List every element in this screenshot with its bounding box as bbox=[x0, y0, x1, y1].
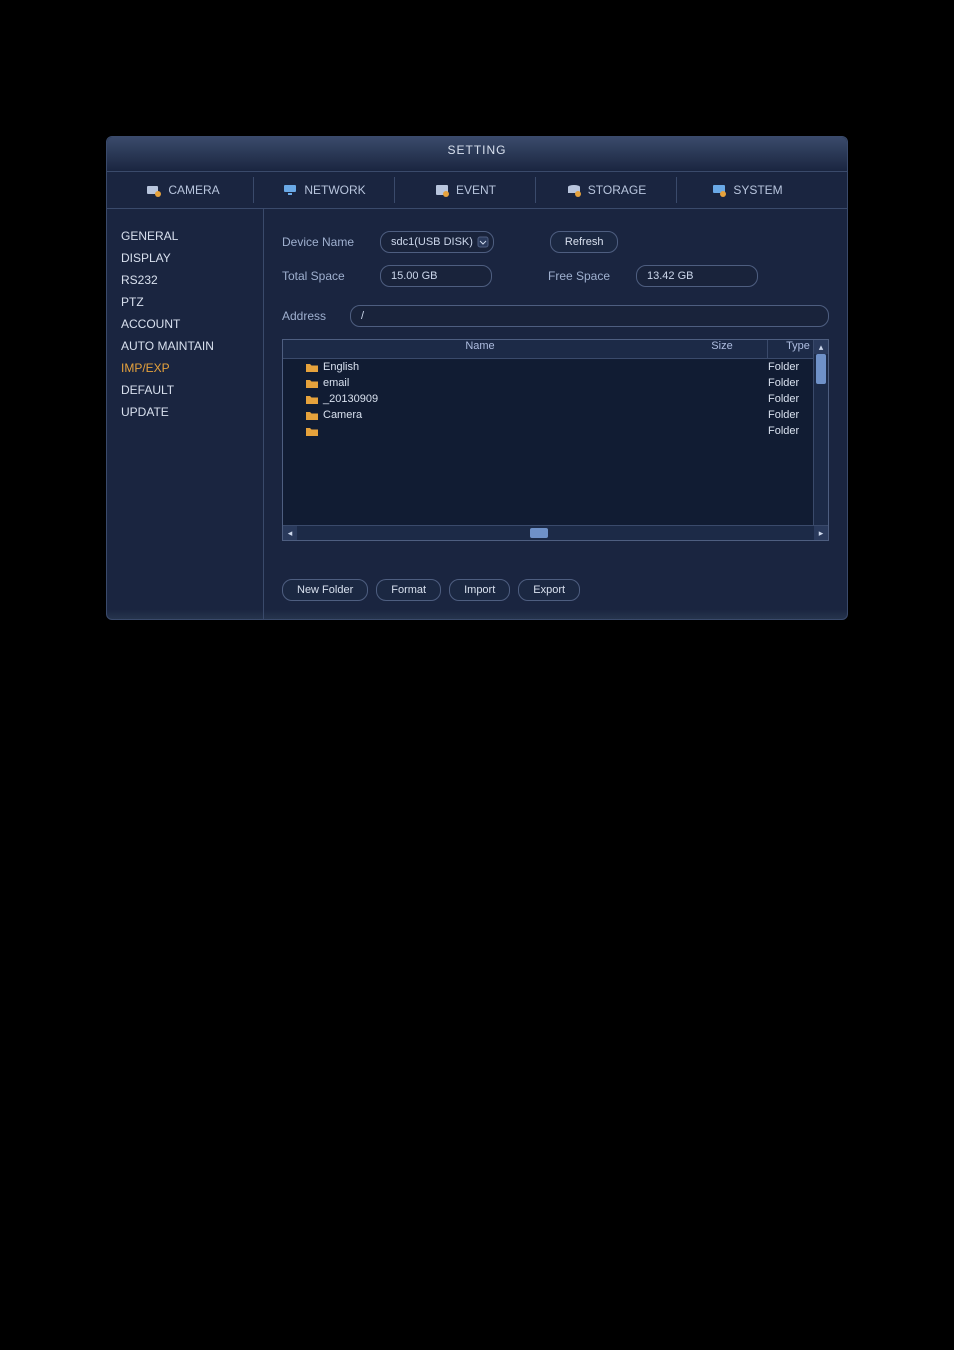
below-bullet: Export button, you can see there is a co… bbox=[130, 650, 844, 672]
event-icon bbox=[434, 183, 450, 197]
address-value: / bbox=[361, 310, 364, 322]
tabs-bar: CAMERA NETWORK EVENT STORAGE bbox=[107, 172, 847, 209]
window-title: SETTING bbox=[107, 137, 847, 172]
bullet-text: Export button, you can see there is a co… bbox=[159, 650, 759, 672]
address-label: Address bbox=[282, 309, 342, 323]
sidebar-item-rs232[interactable]: RS232 bbox=[115, 269, 255, 291]
total-space-value: 15.00 GB bbox=[380, 265, 492, 287]
folder-icon bbox=[305, 410, 319, 421]
tab-label: SYSTEM bbox=[733, 183, 782, 197]
sidebar-item-automaintain[interactable]: AUTO MAINTAIN bbox=[115, 335, 255, 357]
scroll-thumb[interactable] bbox=[816, 354, 826, 384]
folder-icon bbox=[305, 426, 319, 437]
folder-icon bbox=[305, 378, 319, 389]
folder-icon bbox=[305, 394, 319, 405]
tab-network[interactable]: NETWORK bbox=[253, 177, 394, 203]
sidebar-item-impexp[interactable]: IMP/EXP bbox=[115, 357, 255, 379]
device-name-label: Device Name bbox=[282, 235, 372, 249]
bullet-dot-icon bbox=[130, 691, 139, 700]
new-folder-button[interactable]: New Folder bbox=[282, 579, 368, 601]
top-bullet bbox=[150, 92, 924, 106]
folder-icon bbox=[305, 362, 319, 373]
free-space-value: 13.42 GB bbox=[636, 265, 758, 287]
sidebar-item-default[interactable]: DEFAULT bbox=[115, 379, 255, 401]
scroll-up-icon[interactable]: ▴ bbox=[814, 340, 828, 354]
table-row[interactable]: Folder bbox=[283, 423, 828, 439]
sidebar-item-ptz[interactable]: PTZ bbox=[115, 291, 255, 313]
setting-window: SETTING CAMERA NETWORK EVENT bbox=[106, 136, 848, 620]
row-name: Camera bbox=[305, 409, 678, 421]
total-space-label: Total Space bbox=[282, 269, 372, 283]
network-icon bbox=[282, 183, 298, 197]
col-name[interactable]: Name bbox=[283, 340, 677, 358]
tab-label: EVENT bbox=[456, 183, 496, 197]
camera-icon bbox=[146, 183, 162, 197]
chevron-down-icon bbox=[477, 236, 489, 248]
tab-camera[interactable]: CAMERA bbox=[113, 177, 253, 203]
refresh-button[interactable]: Refresh bbox=[550, 231, 619, 253]
below-bullet bbox=[130, 686, 844, 700]
address-field[interactable]: / bbox=[350, 305, 829, 327]
tab-storage[interactable]: STORAGE bbox=[535, 177, 676, 203]
vertical-scrollbar[interactable]: ▴ ▾ bbox=[813, 340, 828, 540]
row-name bbox=[305, 426, 678, 437]
row-name: English bbox=[305, 361, 678, 373]
tab-system[interactable]: SYSTEM bbox=[676, 177, 817, 203]
row-name: _20130909 bbox=[305, 393, 678, 405]
file-list-header: Name Size Type bbox=[283, 340, 828, 359]
table-row[interactable]: _20130909Folder bbox=[283, 391, 828, 407]
bullet-dot-icon bbox=[130, 655, 139, 664]
table-row[interactable]: emailFolder bbox=[283, 375, 828, 391]
tab-label: CAMERA bbox=[168, 183, 219, 197]
storage-icon bbox=[566, 183, 582, 197]
file-rows: EnglishFolderemailFolder_20130909FolderC… bbox=[283, 359, 828, 525]
row-name: email bbox=[305, 377, 678, 389]
system-icon bbox=[711, 183, 727, 197]
sidebar-item-general[interactable]: GENERAL bbox=[115, 225, 255, 247]
export-button[interactable]: Export bbox=[518, 579, 580, 601]
import-button[interactable]: Import bbox=[449, 579, 510, 601]
tab-label: NETWORK bbox=[304, 183, 365, 197]
col-size[interactable]: Size bbox=[677, 340, 767, 358]
free-space-label: Free Space bbox=[548, 269, 628, 283]
file-list: Name Size Type EnglishFolderemailFolder_… bbox=[282, 339, 829, 541]
device-name-select[interactable]: sdc1(USB DISK) bbox=[380, 231, 494, 253]
device-name-value: sdc1(USB DISK) bbox=[391, 236, 473, 248]
horizontal-scrollbar[interactable]: ◂ ▸ bbox=[283, 525, 828, 540]
bullet-dot-icon bbox=[150, 65, 159, 74]
sidebar: GENERAL DISPLAY RS232 PTZ ACCOUNT AUTO M… bbox=[107, 209, 264, 619]
table-row[interactable]: CameraFolder bbox=[283, 407, 828, 423]
scroll-right-icon[interactable]: ▸ bbox=[814, 526, 828, 540]
bullet-dot-icon bbox=[150, 97, 159, 106]
content-pane: Device Name sdc1(USB DISK) Refresh Total… bbox=[264, 209, 847, 619]
scroll-left-icon[interactable]: ◂ bbox=[283, 526, 297, 540]
tab-label: STORAGE bbox=[588, 183, 646, 197]
table-row[interactable]: EnglishFolder bbox=[283, 359, 828, 375]
tab-event[interactable]: EVENT bbox=[394, 177, 535, 203]
hscroll-thumb[interactable] bbox=[530, 528, 548, 538]
format-button[interactable]: Format bbox=[376, 579, 441, 601]
top-bullet bbox=[150, 60, 924, 74]
sidebar-item-update[interactable]: UPDATE bbox=[115, 401, 255, 423]
sidebar-item-display[interactable]: DISPLAY bbox=[115, 247, 255, 269]
sidebar-item-account[interactable]: ACCOUNT bbox=[115, 313, 255, 335]
